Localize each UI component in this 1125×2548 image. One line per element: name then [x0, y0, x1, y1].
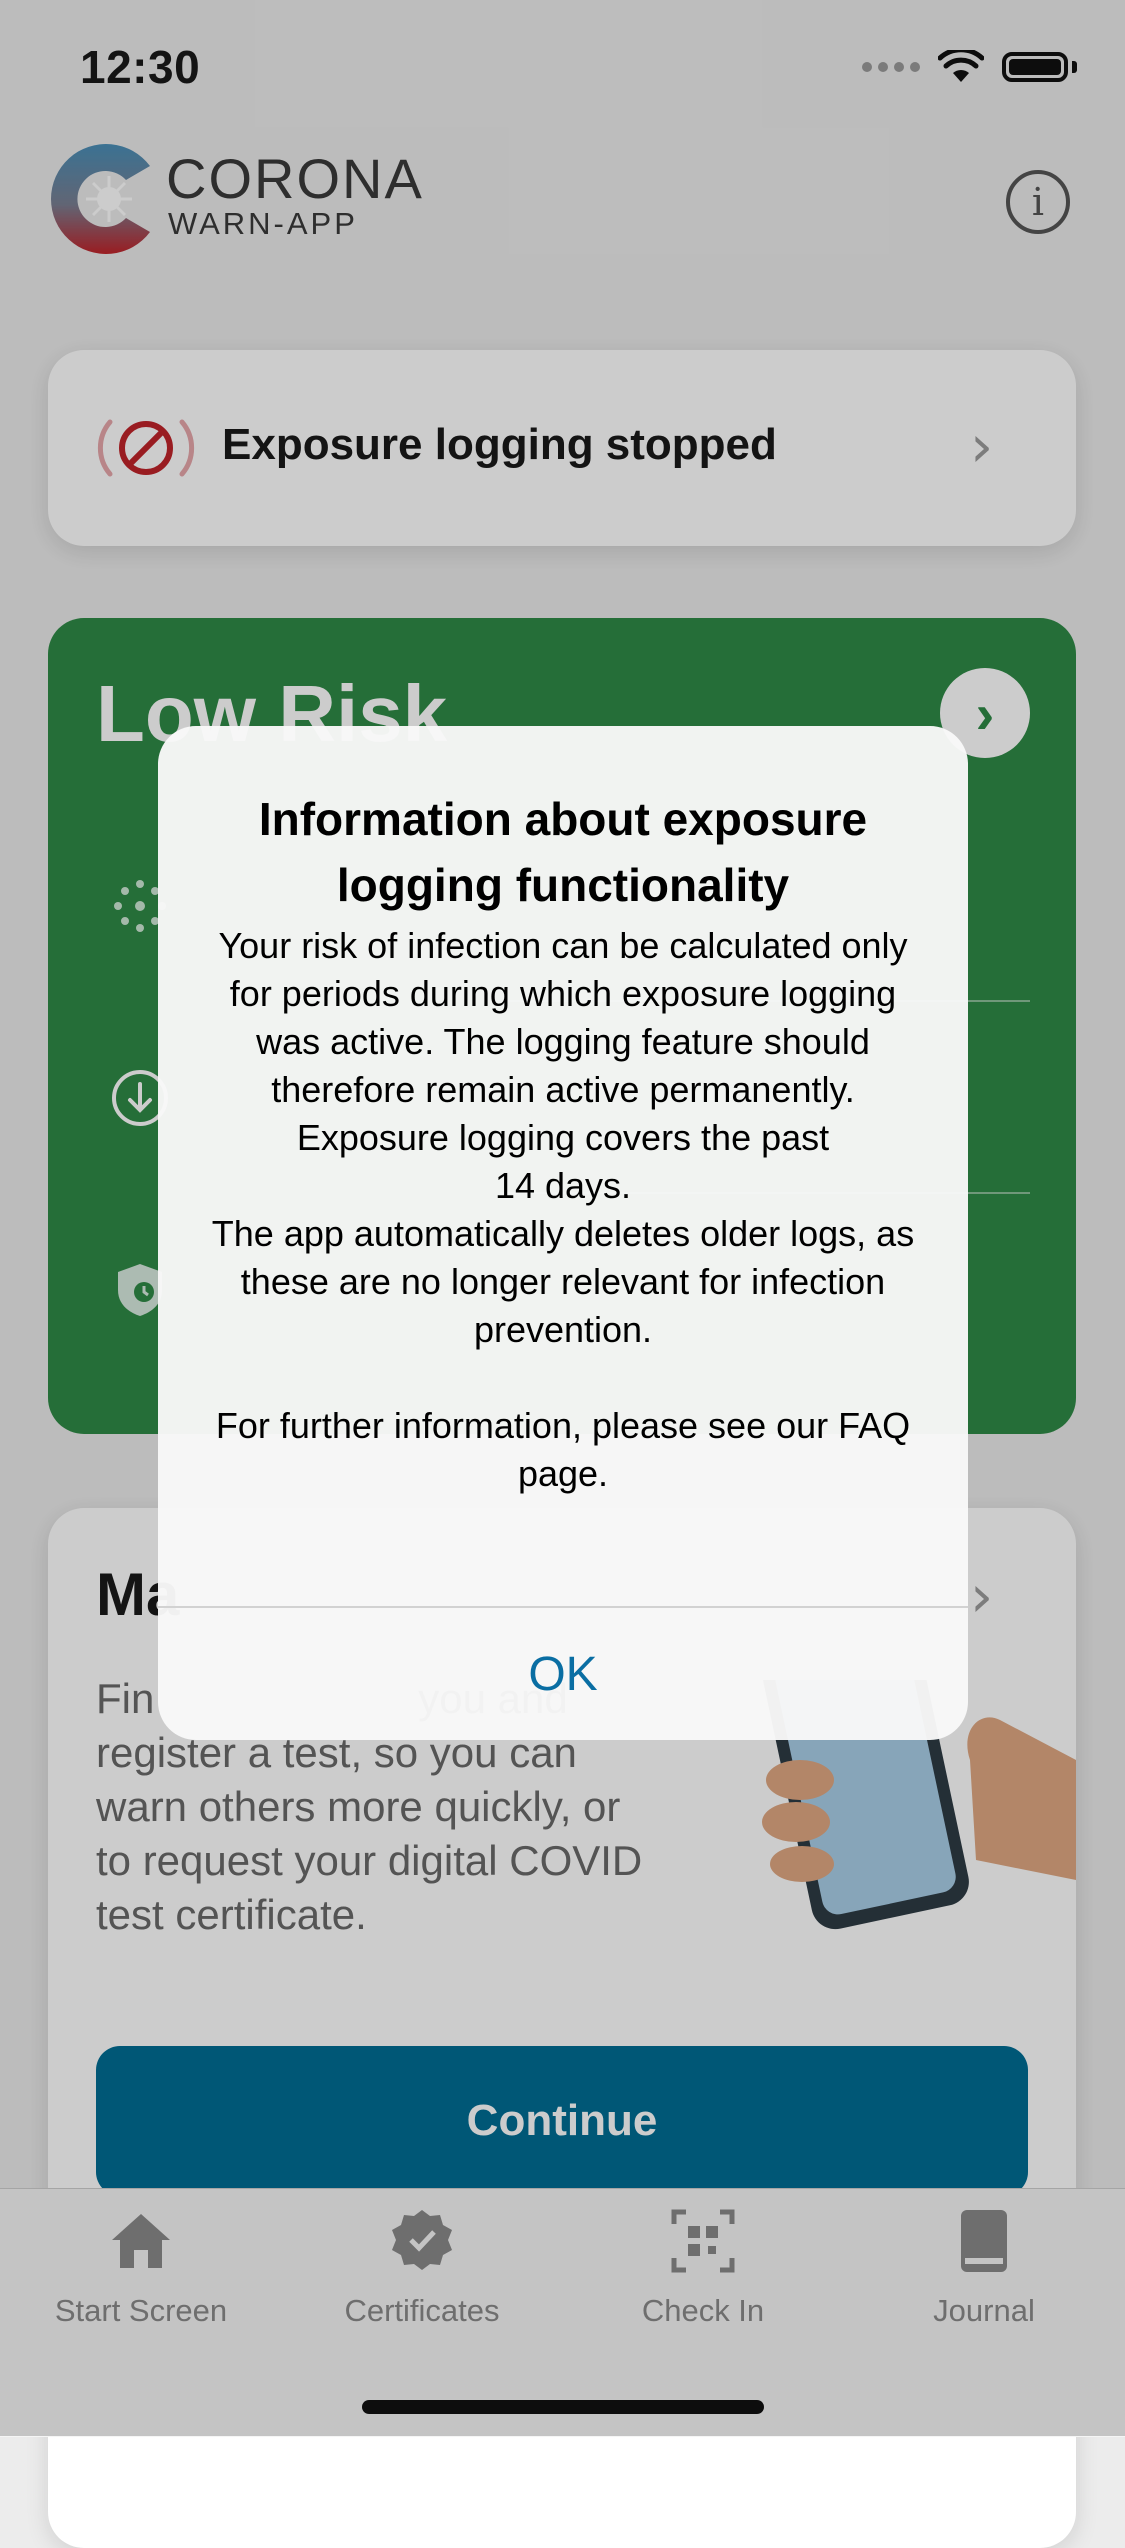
alert-paragraph: Exposure logging covers the past 14 days… [296, 1117, 830, 1206]
info-alert-dialog: Information about exposure logging funct… [158, 726, 968, 1740]
alert-title: Information about exposure logging funct… [258, 793, 868, 911]
alert-paragraph: For further information, please see our … [215, 1405, 911, 1494]
alert-paragraph: The app automatically deletes older logs… [211, 1213, 915, 1350]
alert-paragraph [198, 1354, 928, 1402]
alert-paragraph: Your risk of infection can be calculated… [218, 925, 908, 1110]
alert-message: Your risk of infection can be calculated… [198, 922, 928, 1498]
ok-button[interactable]: OK [158, 1608, 968, 1740]
